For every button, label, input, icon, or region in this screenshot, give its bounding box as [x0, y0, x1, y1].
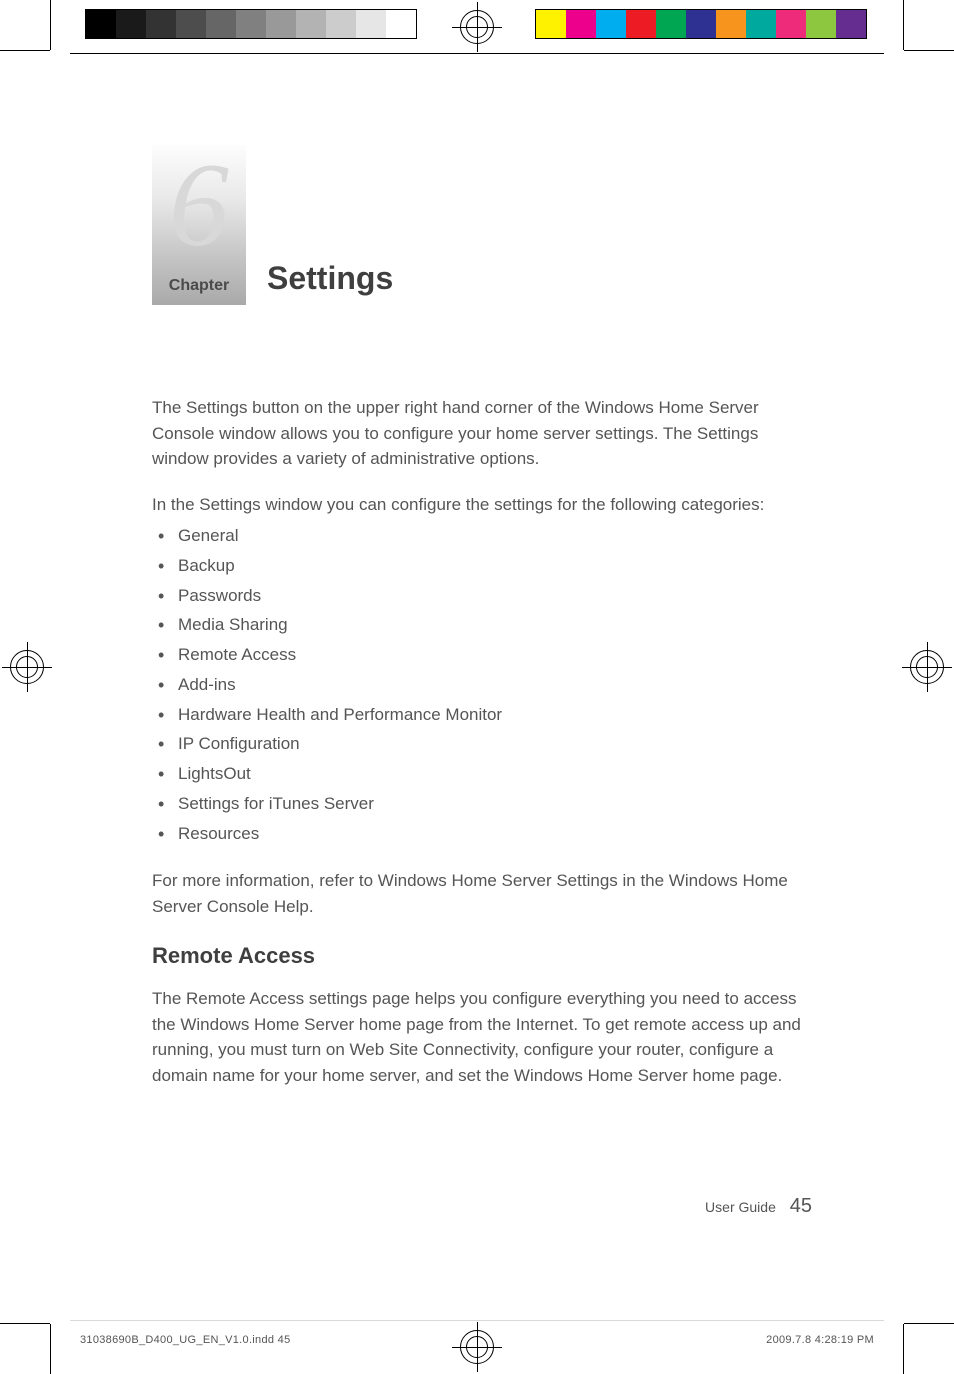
list-item: Media Sharing [152, 610, 812, 640]
list-item: Add-ins [152, 670, 812, 700]
trim-rule [70, 53, 884, 54]
crop-mark [50, 0, 51, 50]
calibration-swatch [596, 10, 626, 38]
grayscale-calibration-bar [85, 9, 417, 39]
crop-mark [50, 1324, 51, 1374]
list-item: Passwords [152, 581, 812, 611]
calibration-swatch [536, 10, 566, 38]
list-item: IP Configuration [152, 729, 812, 759]
registration-mark-icon [910, 650, 944, 684]
footer-page-number: 45 [790, 1195, 812, 1217]
calibration-swatch [296, 10, 326, 38]
calibration-swatch [236, 10, 266, 38]
calibration-swatch [266, 10, 296, 38]
registration-mark-icon [10, 650, 44, 684]
calibration-swatch [686, 10, 716, 38]
calibration-swatch [746, 10, 776, 38]
calibration-swatch [656, 10, 686, 38]
list-item: Settings for iTunes Server [152, 789, 812, 819]
intro-paragraph: The Settings button on the upper right h… [152, 395, 812, 472]
chapter-title: Settings [267, 260, 393, 297]
categories-lead-in: In the Settings window you can configure… [152, 492, 812, 518]
calibration-swatch [326, 10, 356, 38]
page-content: 6 Chapter Settings The Settings button o… [152, 145, 812, 305]
chapter-number: 6 [152, 145, 246, 265]
crop-mark [903, 1324, 904, 1374]
calibration-swatch [836, 10, 866, 38]
calibration-swatch [116, 10, 146, 38]
print-page: 6 Chapter Settings The Settings button o… [0, 0, 954, 1374]
list-item: LightsOut [152, 759, 812, 789]
calibration-swatch [206, 10, 236, 38]
calibration-swatch [776, 10, 806, 38]
crop-mark [904, 1323, 954, 1324]
list-item: Backup [152, 551, 812, 581]
slug-timestamp: 2009.7.8 4:28:19 PM [766, 1334, 874, 1346]
chapter-badge: 6 Chapter [152, 145, 246, 305]
chapter-label: Chapter [169, 277, 229, 295]
calibration-swatch [716, 10, 746, 38]
calibration-swatch [86, 10, 116, 38]
calibration-swatch [566, 10, 596, 38]
slug-filename: 31038690B_D400_UG_EN_V1.0.indd 45 [80, 1334, 291, 1346]
section-heading: Remote Access [152, 939, 812, 972]
crop-mark [904, 50, 954, 51]
list-item: Resources [152, 819, 812, 849]
calibration-swatch [386, 10, 416, 38]
page-footer: User Guide 45 [152, 1195, 812, 1218]
color-calibration-bar [535, 9, 867, 39]
crop-mark [903, 0, 904, 50]
trim-rule [70, 1320, 884, 1321]
crop-mark [0, 1323, 50, 1324]
list-item: Remote Access [152, 640, 812, 670]
section-paragraph: The Remote Access settings page helps yo… [152, 986, 812, 1088]
registration-mark-icon [460, 10, 494, 44]
footer-doc-label: User Guide [705, 1199, 776, 1215]
calibration-swatch [626, 10, 656, 38]
list-item: Hardware Health and Performance Monitor [152, 700, 812, 730]
body-text: The Settings button on the upper right h… [152, 395, 812, 1108]
crop-mark [0, 50, 50, 51]
calibration-swatch [356, 10, 386, 38]
categories-list: GeneralBackupPasswordsMedia SharingRemot… [152, 521, 812, 848]
list-item: General [152, 521, 812, 551]
more-info-paragraph: For more information, refer to Windows H… [152, 868, 812, 919]
registration-mark-icon [460, 1330, 494, 1364]
calibration-swatch [176, 10, 206, 38]
calibration-swatch [806, 10, 836, 38]
calibration-swatch [146, 10, 176, 38]
